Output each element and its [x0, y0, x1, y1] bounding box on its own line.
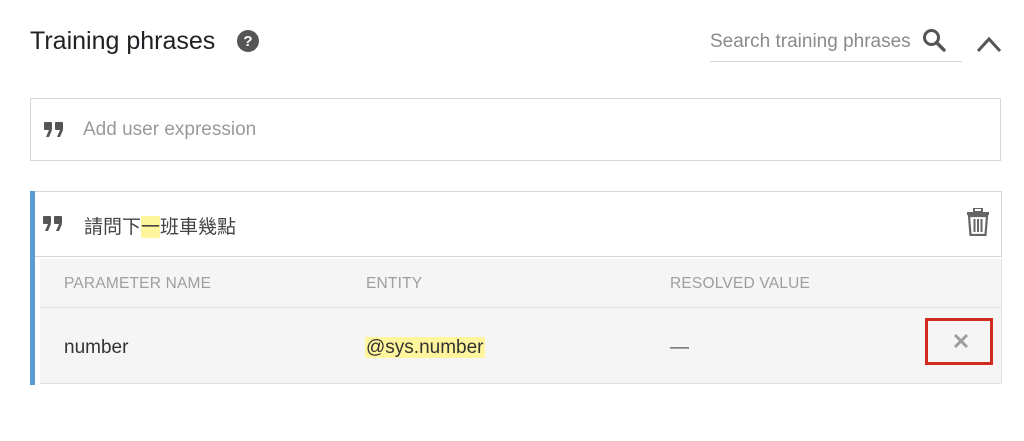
- column-header-entity: ENTITY: [366, 275, 423, 292]
- parameter-name-cell[interactable]: number: [64, 337, 128, 359]
- remove-parameter-highlight: [925, 318, 993, 365]
- quote-icon: [43, 216, 62, 231]
- trash-icon[interactable]: [966, 208, 990, 236]
- resolved-value-cell[interactable]: —: [670, 337, 689, 359]
- entity-cell[interactable]: @sys.number: [365, 337, 485, 358]
- add-user-expression: [30, 98, 1001, 161]
- search-input[interactable]: [710, 30, 915, 54]
- column-header-resolved-value: RESOLVED VALUE: [670, 275, 811, 292]
- training-phrase-text[interactable]: 請問下一班車幾點: [84, 212, 236, 239]
- phrase-annotation-highlight[interactable]: 一: [141, 216, 161, 238]
- search-field: [710, 24, 962, 62]
- section-title: Training phrases: [30, 27, 216, 55]
- quote-icon: [44, 122, 63, 137]
- phrase-text-before: 請問下: [84, 216, 142, 238]
- svg-text:?: ?: [243, 33, 252, 50]
- help-icon[interactable]: ?: [237, 30, 259, 52]
- column-header-parameter-name: PARAMETER NAME: [64, 275, 212, 292]
- add-expression-input[interactable]: [83, 117, 963, 143]
- table-divider: [40, 307, 1001, 308]
- phrase-text-after: 班車幾點: [160, 216, 237, 238]
- search-icon[interactable]: [922, 28, 946, 52]
- training-phrase-card: 請問下一班車幾點 PARAMETER NAME ENTITY RESOLVED …: [30, 191, 1002, 385]
- training-phrase-row[interactable]: 請問下一班車幾點: [35, 191, 1002, 257]
- close-icon[interactable]: [953, 333, 969, 349]
- parameter-table: PARAMETER NAME ENTITY RESOLVED VALUE num…: [40, 259, 1002, 384]
- chevron-up-icon[interactable]: [975, 33, 1003, 55]
